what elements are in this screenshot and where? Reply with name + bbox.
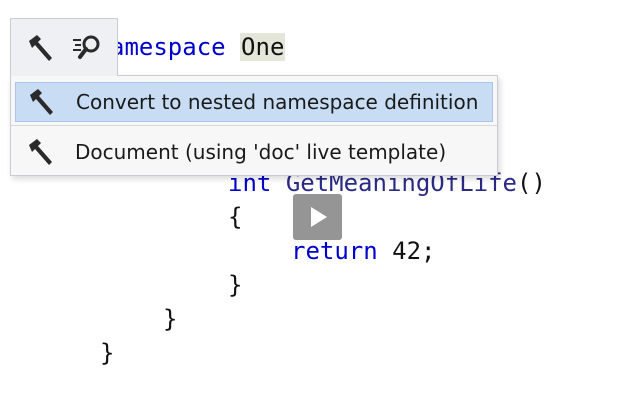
code-line-namespace: amespace One bbox=[110, 30, 286, 64]
menu-item-label: Document (using 'doc' live template) bbox=[75, 140, 447, 164]
keyword-return: return bbox=[291, 237, 378, 265]
namespace-identifier[interactable]: One bbox=[240, 33, 286, 61]
keyword-namespace: amespace bbox=[110, 33, 226, 61]
menu-separator bbox=[11, 125, 497, 126]
code-line-close-brace-method: } bbox=[228, 271, 243, 299]
method-parens: () bbox=[517, 169, 546, 197]
code-line-close-brace-class: } bbox=[163, 305, 178, 333]
menu-item-label: Convert to nested namespace definition bbox=[76, 90, 479, 114]
code-line-close-brace-namespace: } bbox=[100, 339, 115, 367]
hammer-icon bbox=[24, 85, 58, 119]
return-value: 42; bbox=[392, 237, 436, 265]
hammer-icon[interactable] bbox=[23, 31, 57, 65]
hammer-icon bbox=[23, 135, 57, 169]
play-icon bbox=[310, 207, 327, 227]
context-actions-menu: Convert to nested namespace definition D… bbox=[10, 75, 498, 176]
search-settings-icon[interactable] bbox=[71, 31, 105, 65]
code-line-open-brace: { bbox=[228, 203, 243, 231]
action-toolbar bbox=[10, 18, 118, 76]
menu-item-document-doc-template[interactable]: Document (using 'doc' live template) bbox=[15, 132, 493, 172]
play-button[interactable] bbox=[293, 194, 342, 240]
menu-item-convert-nested-namespace[interactable]: Convert to nested namespace definition bbox=[15, 82, 493, 122]
